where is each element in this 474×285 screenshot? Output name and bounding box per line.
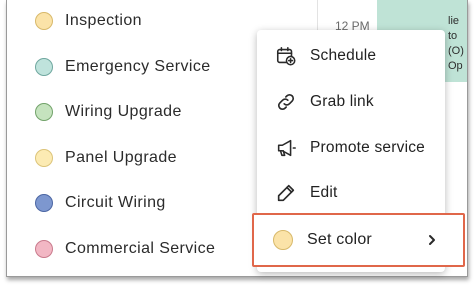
link-icon bbox=[277, 93, 295, 111]
color-dot bbox=[35, 240, 53, 258]
menu-label-schedule: Schedule bbox=[310, 47, 377, 64]
chevron-right-icon bbox=[429, 235, 435, 245]
menu-label-edit: Edit bbox=[310, 184, 338, 201]
category-circuit-wiring[interactable]: Circuit Wiring bbox=[35, 188, 166, 218]
category-panel-upgrade[interactable]: Panel Upgrade bbox=[35, 143, 177, 173]
category-wiring-upgrade[interactable]: Wiring Upgrade bbox=[35, 97, 182, 127]
event-text-line: Op bbox=[448, 60, 463, 72]
menu-label-grab-link: Grab link bbox=[310, 93, 374, 110]
menu-label-set-color: Set color bbox=[307, 231, 372, 248]
color-dot bbox=[35, 149, 53, 167]
category-label: Commercial Service bbox=[65, 240, 216, 257]
category-commercial-service[interactable]: Commercial Service bbox=[35, 234, 215, 264]
category-emergency-service[interactable]: Emergency Service bbox=[35, 52, 211, 82]
menu-item-schedule[interactable]: Schedule bbox=[257, 34, 445, 78]
calendar-add-icon bbox=[276, 46, 296, 66]
color-dot bbox=[35, 103, 53, 121]
category-inspection[interactable]: Inspection bbox=[35, 6, 142, 36]
pencil-icon bbox=[277, 184, 295, 202]
menu-item-grab-link[interactable]: Grab link bbox=[257, 80, 445, 124]
event-text-line: (O) bbox=[448, 45, 464, 57]
menu-label-promote-service: Promote service bbox=[310, 139, 425, 156]
category-label: Wiring Upgrade bbox=[65, 103, 182, 120]
color-dot bbox=[35, 58, 53, 76]
color-swatch-icon bbox=[273, 230, 293, 250]
event-text-line: lie bbox=[448, 15, 460, 27]
menu-item-set-color[interactable]: Set color bbox=[252, 213, 465, 267]
megaphone-icon bbox=[277, 139, 296, 157]
category-label: Emergency Service bbox=[65, 58, 211, 75]
menu-item-promote-service[interactable]: Promote service bbox=[257, 126, 445, 170]
category-label: Inspection bbox=[65, 12, 142, 29]
category-label: Panel Upgrade bbox=[65, 149, 177, 166]
calendar-event-text: lie to (O) Op bbox=[448, 14, 464, 74]
event-text-line: to bbox=[448, 30, 458, 42]
category-label: Circuit Wiring bbox=[65, 194, 166, 211]
menu-item-edit[interactable]: Edit bbox=[257, 171, 445, 215]
color-dot bbox=[35, 12, 53, 30]
color-dot bbox=[35, 194, 53, 212]
